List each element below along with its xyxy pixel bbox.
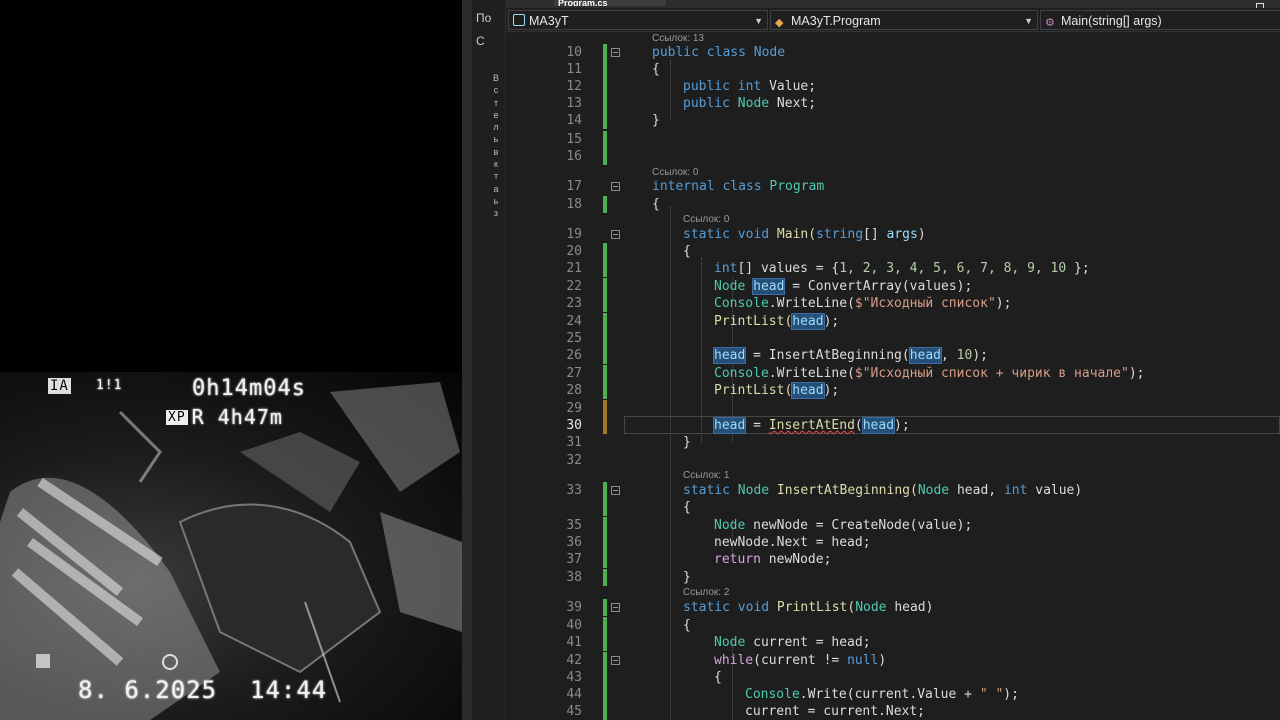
code-line: 10 − public class Node — [506, 44, 1280, 62]
code-line-active: 30 head = InsertAtEnd(head); — [566, 417, 910, 435]
fold-icon[interactable]: − — [611, 48, 620, 57]
code-line: 44 Console.Write(current.Value + " "); — [566, 686, 1019, 704]
tool-tab-2[interactable]: С — [476, 34, 504, 54]
camera-date: 8. 6.2025 — [78, 676, 218, 704]
tab-bar: Program.cs — [506, 0, 1280, 8]
chevron-down-icon: ▼ — [1024, 16, 1033, 26]
code-line: 21 int[] values = {1, 2, 3, 4, 5, 6, 7, … — [566, 260, 1090, 278]
document-tab[interactable]: Program.cs — [554, 0, 666, 6]
ide-window: По С Встельвктаьз Program.cs – MA3yT▼ ◆M… — [462, 0, 1280, 720]
project-dropdown-label: MA3yT — [529, 14, 569, 28]
codelens-references[interactable]: Ссылок: 2 — [683, 587, 729, 598]
class-icon: ◆ — [775, 17, 784, 29]
camera-feed-overlay: IA 1!1 0h14m04s XP R 4h47m 8. 6.2025 14:4… — [0, 372, 462, 720]
code-line: 13 public Node Next; — [566, 95, 817, 113]
code-line: 14 } — [566, 112, 660, 130]
code-line: 25 — [506, 330, 1280, 348]
code-line: 37 return newNode; — [566, 551, 832, 569]
code-line: 12 public int Value; — [566, 78, 817, 96]
change-marker — [603, 44, 607, 62]
camera-time: 14:44 — [250, 676, 328, 704]
code-line: 42 − while(current != null) — [566, 652, 887, 670]
code-line: 36 newNode.Next = head; — [566, 534, 871, 552]
empty-left-area — [0, 0, 462, 372]
member-dropdown-label: Main(string[] args) — [1061, 14, 1162, 28]
code-line: { — [506, 499, 1280, 517]
codelens-references[interactable]: Ссылок: 13 — [652, 33, 704, 44]
codelens-references[interactable]: Ссылок: 0 — [683, 214, 729, 225]
code-line: 18 { — [566, 196, 660, 214]
code-line: 27 Console.WriteLine($"Исходный список +… — [566, 365, 1145, 383]
vertical-tool-tab-label[interactable]: Встельвктаьз — [490, 72, 502, 220]
code-line: 32 — [566, 453, 582, 468]
code-line: 24 PrintList(head); — [566, 313, 840, 331]
code-line: 35 Node newNode = CreateNode(value); — [566, 517, 973, 535]
class-dropdown-label: MA3yT.Program — [791, 14, 881, 28]
camera-remaining-label: R 4h47m — [191, 405, 283, 429]
tool-window-strip: По С Встельвктаьз — [472, 0, 506, 720]
fold-icon[interactable]: − — [611, 182, 620, 191]
fold-icon[interactable]: − — [611, 230, 620, 239]
class-dropdown[interactable]: ◆ MA3yT.Program ▼ — [770, 10, 1038, 30]
tool-tab-1[interactable]: По — [476, 11, 504, 31]
line-number: 10 — [566, 45, 582, 60]
code-line: 29 — [506, 400, 1280, 418]
error-squiggle: InsertAtEnd — [768, 418, 855, 433]
fold-icon[interactable]: − — [611, 486, 620, 495]
code-line: 41 Node current = head; — [566, 634, 871, 652]
code-line: 33 − static Node InsertAtBeginning(Node … — [566, 482, 1083, 500]
code-line: 17 − internal class Program — [566, 179, 825, 194]
member-dropdown[interactable]: ⚙ Main(string[] args) — [1040, 10, 1280, 30]
code-line: 38 } — [566, 569, 691, 587]
code-editor[interactable]: Ссылок: 13 Ссылок: 0 Ссылок: 0 Ссылок: 1… — [506, 33, 1280, 720]
code-line: 22 Node head = ConvertArray(values); — [566, 278, 973, 296]
fold-icon[interactable]: − — [611, 603, 620, 612]
navigation-bar: MA3yT ▼ ◆ MA3yT.Program ▼ ⚙ Main(string[] ar… — [506, 8, 1280, 32]
code-line: 19 − static void Main(string[] args) — [566, 227, 926, 242]
camera-quality-badge: XP — [166, 410, 188, 425]
code-line: 20 { — [566, 243, 691, 261]
code-line: 45 current = current.Next; — [566, 703, 926, 720]
chevron-down-icon: ▼ — [754, 16, 763, 26]
fold-icon[interactable]: − — [611, 656, 620, 665]
camera-remaining-time: XP R 4h47m — [166, 405, 283, 429]
codelens-references[interactable]: Ссылок: 0 — [652, 167, 698, 178]
code-line: 39 − static void PrintList(Node head) — [566, 599, 934, 617]
code-line: 15 — [506, 131, 1280, 149]
code-line: 11 { — [566, 61, 660, 79]
project-dropdown[interactable]: MA3yT ▼ — [508, 10, 768, 30]
method-icon: ⚙ — [1045, 17, 1055, 29]
code-line: 40 { — [566, 617, 691, 635]
code-line: 23 Console.WriteLine($"Исходный список")… — [566, 295, 1012, 313]
code-line: 43 { — [566, 669, 722, 687]
csharp-project-icon — [513, 14, 525, 26]
camera-mode-indicator: 1!1 — [96, 378, 123, 393]
code-line: 26 head = InsertAtBeginning(head, 10); — [566, 347, 988, 365]
camera-recording-timer: 0h14m04s — [192, 376, 306, 401]
code-line: 31 } — [566, 435, 691, 450]
code-line: 16 — [506, 148, 1280, 166]
codelens-references[interactable]: Ссылок: 1 — [683, 470, 729, 481]
camera-ia-badge: IA — [48, 378, 71, 394]
code-line: 28 PrintList(head); — [566, 382, 840, 400]
ide-left-edge — [462, 0, 472, 720]
